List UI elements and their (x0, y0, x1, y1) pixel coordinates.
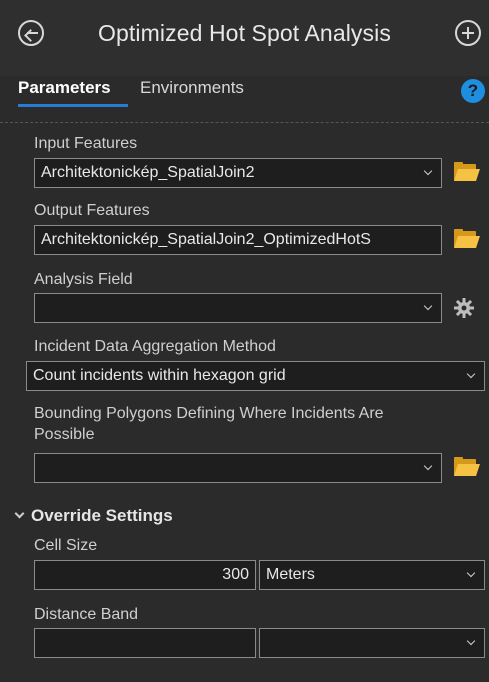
output-features-value: Architektonickép_SpatialJoin2_OptimizedH… (41, 231, 371, 248)
tool-title: Optimized Hot Spot Analysis (98, 20, 391, 46)
cell-size-input[interactable]: 300 (34, 560, 256, 590)
chevron-down-icon[interactable] (466, 369, 476, 379)
tool-header: Optimized Hot Spot Analysis (0, 0, 489, 76)
override-settings-title: Override Settings (31, 506, 173, 525)
aggregation-method-select[interactable]: Count incidents within hexagon grid (26, 361, 485, 391)
override-settings-header[interactable]: Override Settings (14, 506, 173, 526)
browse-folder-icon[interactable] (453, 457, 480, 479)
chevron-down-icon (14, 508, 25, 519)
chevron-down-icon[interactable] (466, 568, 476, 578)
cell-size-unit-select[interactable]: Meters (259, 560, 485, 590)
analysis-field-combo[interactable] (34, 293, 442, 323)
tab-parameters[interactable]: Parameters (18, 78, 111, 98)
aggregation-method-label: Incident Data Aggregation Method (34, 338, 276, 355)
tab-divider (0, 122, 489, 123)
bounding-polygons-combo[interactable] (34, 453, 442, 483)
input-features-combo[interactable]: Architektonickép_SpatialJoin2 (34, 158, 442, 188)
input-features-value: Architektonickép_SpatialJoin2 (41, 164, 255, 181)
browse-folder-icon[interactable] (453, 162, 480, 184)
cell-size-unit-value: Meters (266, 566, 315, 583)
cell-size-label: Cell Size (34, 537, 98, 554)
analysis-field-label: Analysis Field (34, 271, 133, 288)
chevron-down-icon[interactable] (423, 166, 433, 176)
chevron-down-icon[interactable] (423, 301, 433, 311)
distance-band-input[interactable] (34, 628, 256, 658)
chevron-down-icon[interactable] (466, 636, 476, 646)
bounding-polygons-label-line2: Possible (34, 426, 95, 443)
input-features-label: Input Features (34, 135, 138, 152)
distance-band-label: Distance Band (34, 606, 139, 623)
chevron-down-icon[interactable] (423, 461, 433, 471)
title-row: Optimized Hot Spot Analysis (0, 16, 489, 56)
active-tab-indicator (18, 104, 128, 107)
aggregation-method-value: Count incidents within hexagon grid (33, 367, 286, 384)
add-plus-icon[interactable] (455, 20, 481, 46)
bounding-polygons-label-line1: Bounding Polygons Defining Where Inciden… (34, 405, 384, 422)
distance-band-unit-select[interactable] (259, 628, 485, 658)
gear-icon[interactable] (453, 297, 475, 319)
tab-environments[interactable]: Environments (140, 78, 244, 98)
browse-folder-icon[interactable] (453, 229, 480, 251)
output-features-label: Output Features (34, 202, 150, 219)
help-icon[interactable]: ? (461, 79, 485, 103)
output-features-input[interactable]: Architektonickép_SpatialJoin2_OptimizedH… (34, 225, 442, 255)
